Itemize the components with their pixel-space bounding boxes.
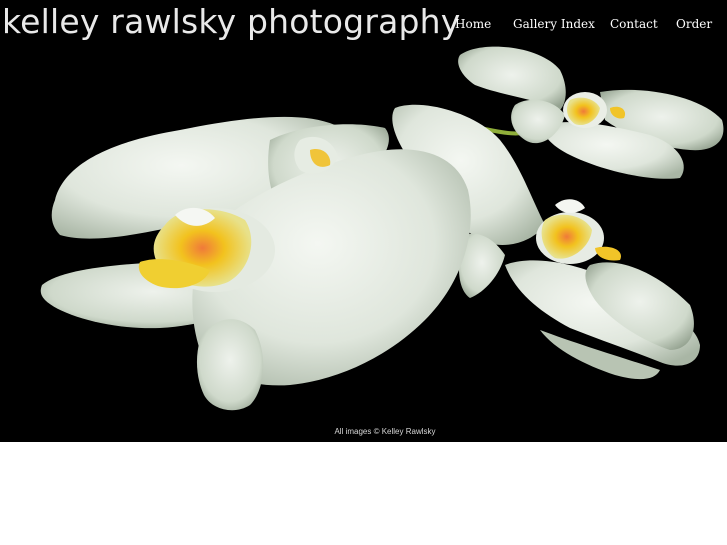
orchid-large-left <box>40 116 471 411</box>
hero-image <box>0 0 727 442</box>
page-footer-area <box>0 442 727 545</box>
main-nav: Home Gallery Index Contact Order <box>455 14 727 36</box>
nav-gallery-index-link[interactable]: Gallery Index <box>513 14 595 34</box>
page: kelley rawlsky photography Home Gallery … <box>0 0 727 545</box>
nav-order-link[interactable]: Order <box>676 14 712 34</box>
copyright-notice: All images © Kelley Rawlsky <box>334 427 436 436</box>
site-title[interactable]: kelley rawlsky photography <box>2 0 461 44</box>
orchid-photo <box>40 46 724 411</box>
nav-home-link[interactable]: Home <box>455 14 491 34</box>
nav-contact-link[interactable]: Contact <box>610 14 658 34</box>
